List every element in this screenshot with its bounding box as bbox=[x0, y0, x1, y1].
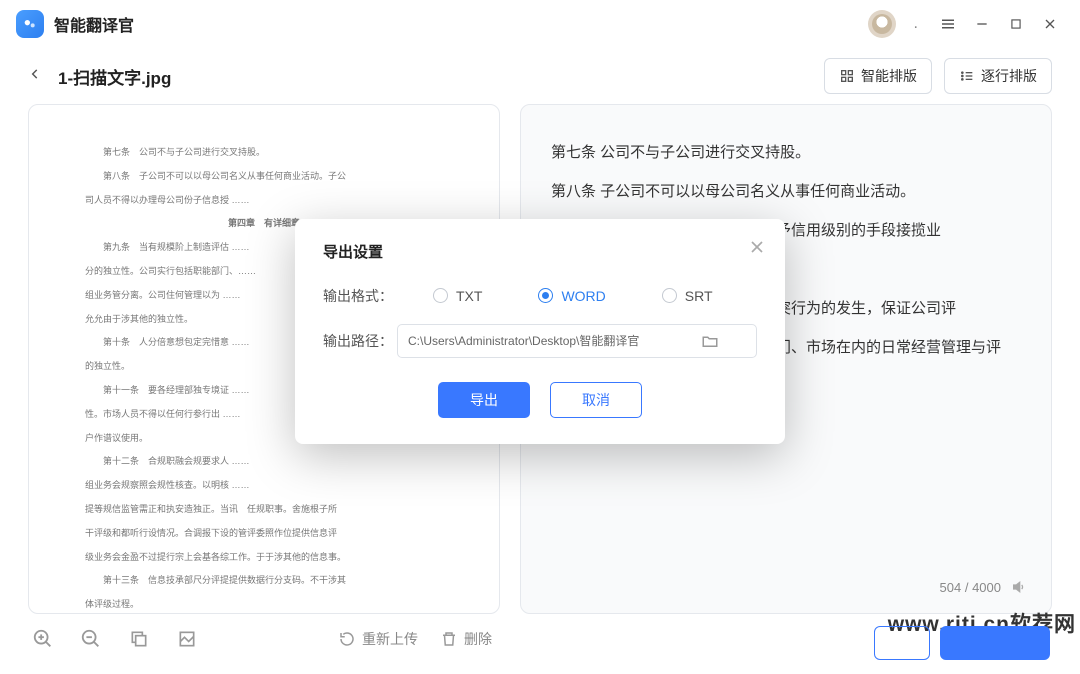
path-row: 输出路径： bbox=[323, 324, 757, 358]
export-settings-modal: 导出设置 输出格式： TXT WORD SRT 输出路径： 导出 取消 bbox=[295, 219, 785, 444]
folder-icon[interactable] bbox=[701, 332, 719, 350]
format-row: 输出格式： TXT WORD SRT bbox=[323, 286, 757, 306]
cancel-button[interactable]: 取消 bbox=[550, 382, 642, 418]
format-radio-srt[interactable]: SRT bbox=[662, 288, 713, 304]
close-icon[interactable] bbox=[747, 237, 767, 257]
format-radio-txt[interactable]: TXT bbox=[433, 288, 482, 304]
format-radio-word[interactable]: WORD bbox=[538, 288, 605, 304]
export-button[interactable]: 导出 bbox=[438, 382, 530, 418]
modal-overlay: 导出设置 输出格式： TXT WORD SRT 输出路径： 导出 取消 bbox=[0, 0, 1080, 674]
modal-title: 导出设置 bbox=[323, 241, 757, 262]
